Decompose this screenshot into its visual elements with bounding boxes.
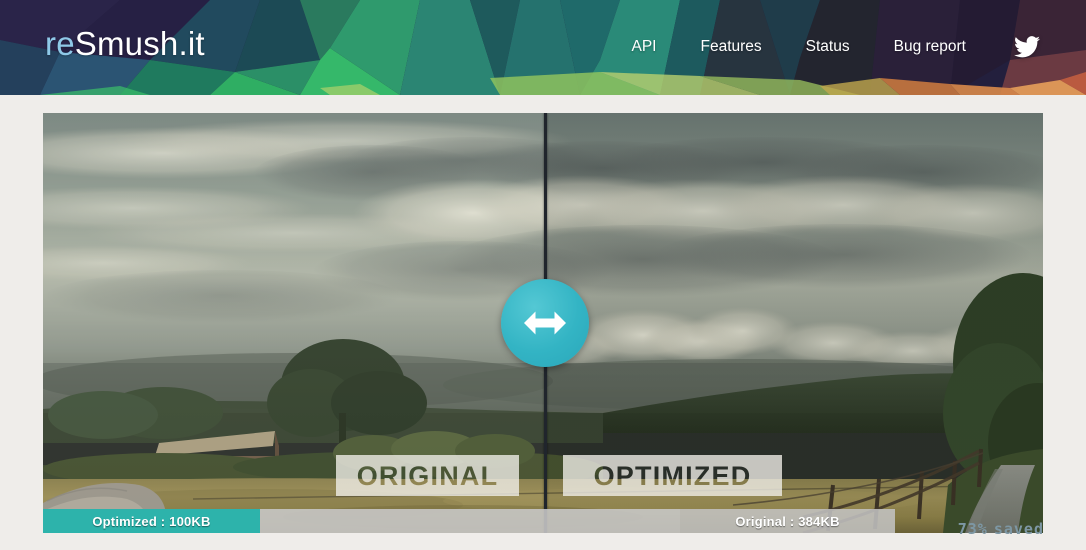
optimized-size-bar: Optimized : 100KB [43, 509, 260, 533]
twitter-link[interactable] [988, 36, 1054, 58]
site-logo[interactable]: reSmush.it [45, 27, 205, 60]
nav-link-bug-report[interactable]: Bug report [872, 37, 988, 57]
image-comparison-slider[interactable]: ORIGINAL OPTIMIZED [43, 113, 1043, 533]
saved-percent: 73% [957, 520, 988, 538]
page-body: ORIGINAL OPTIMIZED [0, 95, 1086, 550]
size-bar-track [260, 509, 680, 533]
logo-prefix: re [45, 25, 75, 62]
nav-link-status[interactable]: Status [784, 37, 872, 57]
comparison-slider-handle[interactable] [501, 279, 589, 367]
saved-badge: 73% saved [958, 520, 1044, 538]
saved-label: saved [993, 520, 1044, 538]
header-content: reSmush.it API Features Status Bug repor… [0, 0, 1086, 95]
twitter-icon [1014, 36, 1040, 58]
nav-link-features[interactable]: Features [678, 37, 783, 57]
original-size-bar: Original : 384KB [680, 509, 895, 533]
size-bar-row: Optimized : 100KB Original : 384KB [43, 509, 1043, 533]
horizontal-resize-arrows-icon [523, 310, 567, 336]
label-original: ORIGINAL [336, 455, 519, 496]
site-header: reSmush.it API Features Status Bug repor… [0, 0, 1086, 95]
logo-suffix: Smush.it [74, 25, 205, 62]
main-navigation: API Features Status Bug report [610, 36, 1055, 58]
nav-link-api[interactable]: API [610, 37, 679, 57]
label-optimized: OPTIMIZED [563, 455, 782, 496]
